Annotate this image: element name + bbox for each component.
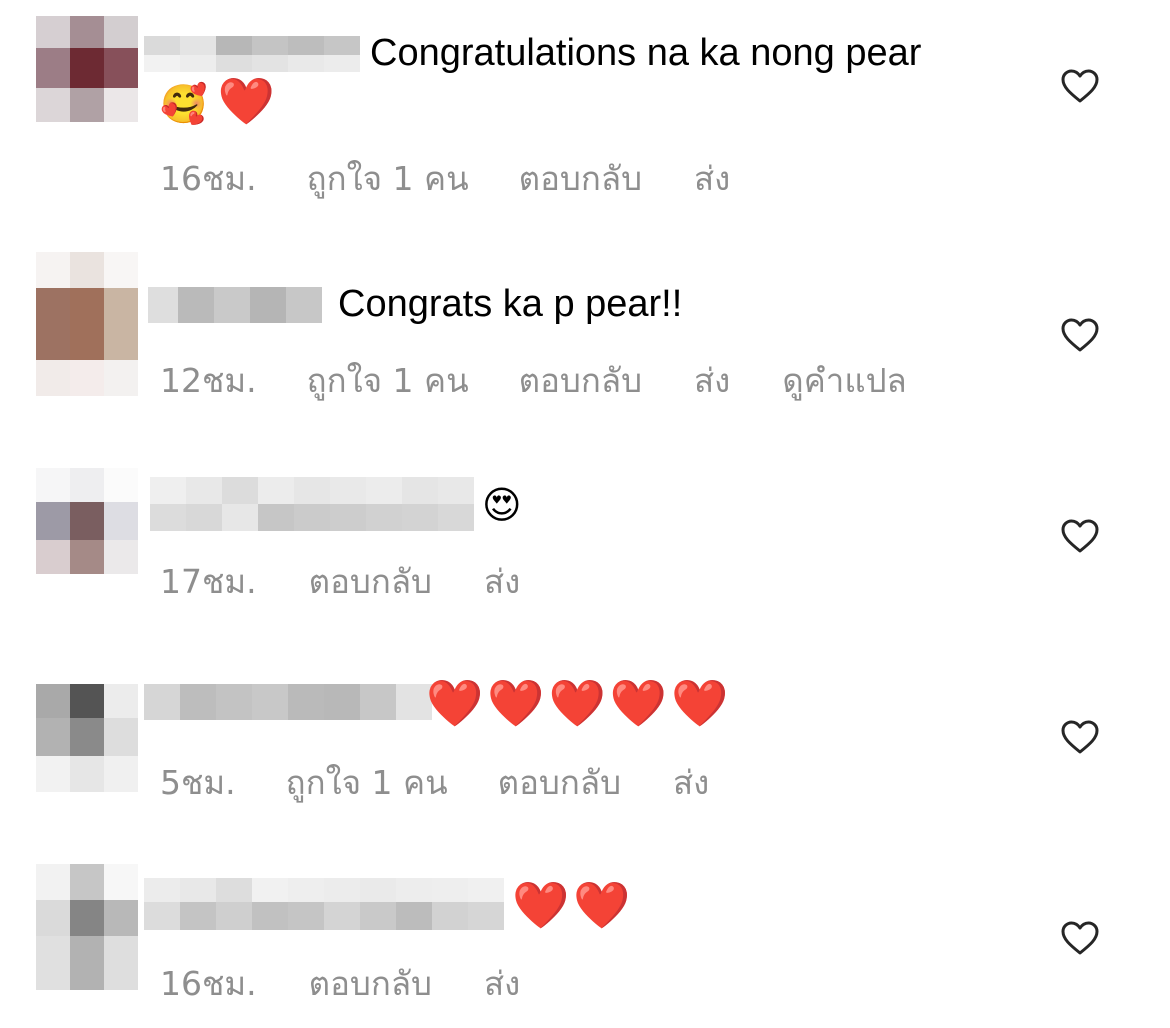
reply-button[interactable]: ตอบกลับ: [519, 152, 642, 205]
avatar[interactable]: [36, 864, 138, 994]
like-button[interactable]: [1060, 518, 1100, 554]
timestamp: 16ชม.: [160, 964, 257, 1003]
avatar[interactable]: [36, 684, 138, 814]
likes-count-link[interactable]: ถูกใจ 1 คน: [286, 756, 448, 809]
avatar[interactable]: [36, 16, 138, 146]
username-blurred[interactable]: [144, 36, 360, 72]
heart-outline-icon: [1061, 921, 1099, 955]
red-heart-emoji: ❤️: [487, 676, 549, 730]
reply-button[interactable]: ตอบกลับ: [498, 756, 621, 809]
red-heart-emoji: ❤️: [548, 676, 610, 730]
send-button[interactable]: ส่ง: [694, 354, 730, 407]
comment-meta: 12ชม. ถูกใจ 1 คน ตอบกลับ ส่ง ดูคำแปล: [160, 354, 907, 407]
smiling-face-hearts-emoji: 🥰: [160, 82, 208, 126]
like-button[interactable]: [1060, 68, 1100, 104]
timestamp: 12ชม.: [160, 361, 257, 400]
username-blurred[interactable]: [144, 684, 432, 720]
comment-meta: 17ชม. ตอบกลับ ส่ง: [160, 555, 520, 608]
red-heart-emoji: ❤️: [671, 676, 733, 730]
send-button[interactable]: ส่ง: [673, 756, 709, 809]
timestamp: 5ชม.: [160, 763, 236, 802]
comment-emojis: ❤️❤️❤️❤️❤️: [426, 680, 732, 726]
send-button[interactable]: ส่ง: [484, 957, 520, 1010]
heart-outline-icon: [1061, 720, 1099, 754]
comment-text: Congratulations na ka nong pear: [370, 32, 922, 74]
heart-outline-icon: [1061, 519, 1099, 553]
timestamp: 17ชม.: [160, 562, 257, 601]
red-heart-emoji: ❤️: [609, 676, 672, 730]
see-translation-button[interactable]: ดูคำแปล: [782, 354, 906, 407]
heart-outline-icon: [1061, 318, 1099, 352]
username-blurred[interactable]: [144, 878, 504, 930]
comment-text: Congrats ka p pear!!: [338, 283, 683, 325]
heart-outline-icon: [1061, 69, 1099, 103]
red-heart-emoji: ❤️: [573, 878, 635, 932]
reply-button[interactable]: ตอบกลับ: [309, 555, 432, 608]
red-heart-emoji: ❤️: [512, 878, 574, 932]
heart-eyes-emoji: 😍: [482, 483, 522, 527]
username-blurred[interactable]: [150, 477, 474, 531]
reply-button[interactable]: ตอบกลับ: [309, 957, 432, 1010]
comment-meta: 5ชม. ถูกใจ 1 คน ตอบกลับ ส่ง: [160, 756, 709, 809]
timestamp: 16ชม.: [160, 159, 257, 198]
comment-emojis: 😍: [482, 482, 522, 529]
like-button[interactable]: [1060, 719, 1100, 755]
send-button[interactable]: ส่ง: [694, 152, 730, 205]
avatar[interactable]: [36, 468, 138, 598]
comment-emojis: ❤️❤️: [512, 882, 635, 928]
like-button[interactable]: [1060, 317, 1100, 353]
likes-count-link[interactable]: ถูกใจ 1 คน: [307, 354, 469, 407]
red-heart-emoji: ❤️: [426, 676, 488, 730]
comment-meta: 16ชม. ตอบกลับ ส่ง: [160, 957, 520, 1010]
avatar[interactable]: [36, 252, 138, 396]
like-button[interactable]: [1060, 920, 1100, 956]
comment-meta: 16ชม. ถูกใจ 1 คน ตอบกลับ ส่ง: [160, 152, 730, 205]
reply-button[interactable]: ตอบกลับ: [519, 354, 642, 407]
likes-count-link[interactable]: ถูกใจ 1 คน: [307, 152, 469, 205]
red-heart-emoji: ❤️: [217, 74, 276, 128]
username-blurred[interactable]: [148, 287, 328, 323]
send-button[interactable]: ส่ง: [484, 555, 520, 608]
comment-emojis: 🥰 ❤️: [160, 78, 275, 128]
